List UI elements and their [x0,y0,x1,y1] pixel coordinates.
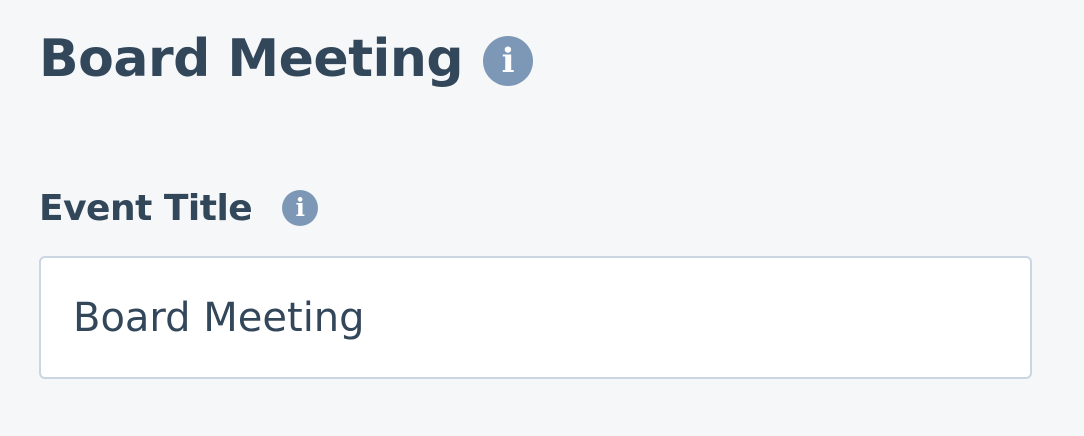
event-title-label-row: Event Title i [39,183,1034,233]
page-title: Board Meeting [39,29,464,89]
event-title-input-box[interactable] [39,256,1032,379]
event-title-input[interactable] [41,258,1030,377]
event-title-field: Event Title i [39,183,1034,379]
info-icon[interactable]: i [483,36,534,86]
event-settings-panel: Board Meeting i Event Title i [0,0,1084,436]
event-title-label: Event Title [39,187,253,229]
info-icon[interactable]: i [282,190,319,226]
page-header: Board Meeting i [39,24,534,94]
